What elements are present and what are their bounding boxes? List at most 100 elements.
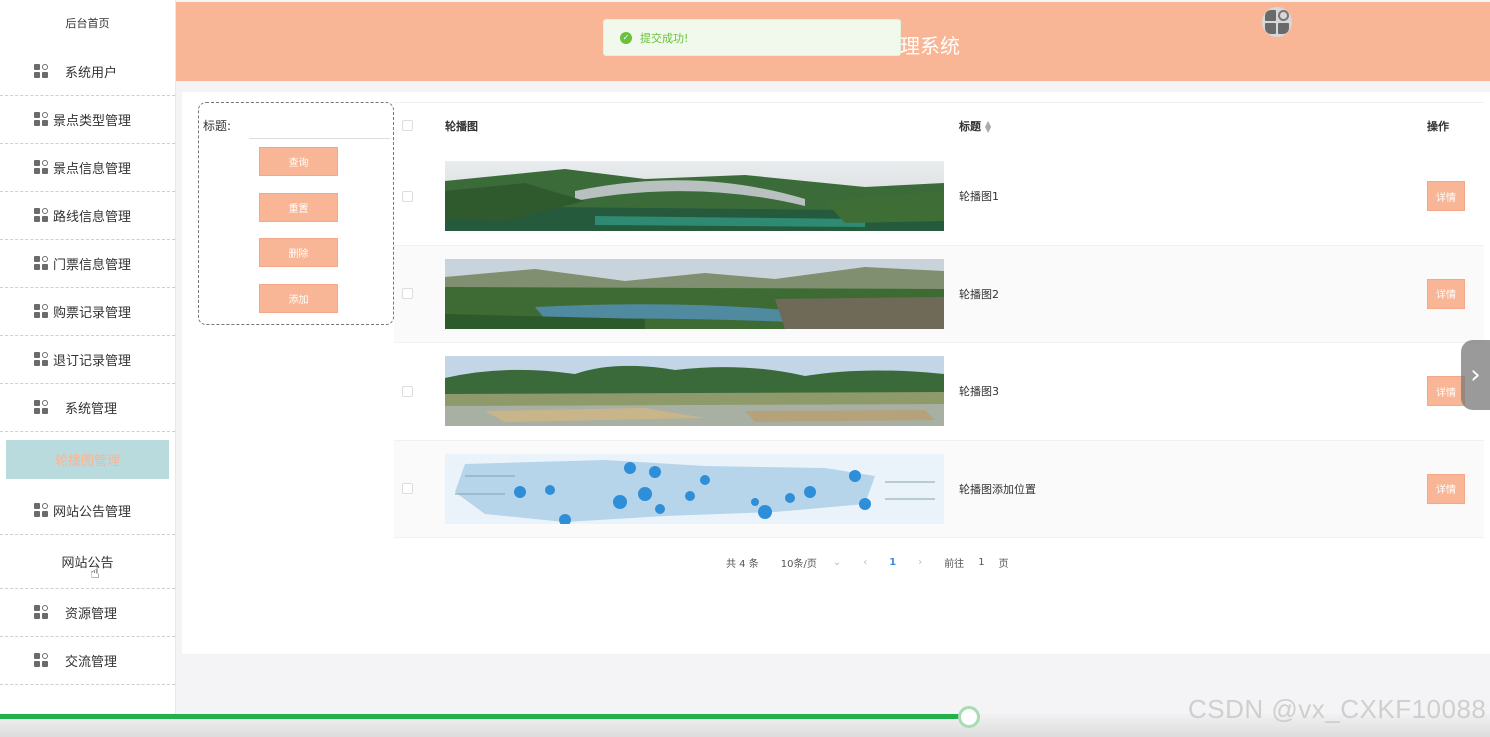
- column-header-title-label: 标题: [959, 119, 981, 133]
- row-checkbox[interactable]: [402, 190, 413, 202]
- next-page-button[interactable]: ›: [918, 557, 922, 568]
- title-filter-label: 标题:: [203, 119, 232, 133]
- grid-icon: [34, 64, 49, 79]
- grid-icon: [34, 256, 49, 271]
- sidebar-item-attraction-types[interactable]: 景点类型管理: [0, 96, 175, 144]
- page-title: 理系统: [900, 34, 960, 58]
- sidebar-item-label: 景点类型管理: [53, 114, 132, 129]
- detail-button[interactable]: 详情: [1427, 376, 1465, 407]
- row-action-cell: 详情: [1427, 278, 1465, 309]
- sidebar: 后台首页 系统用户 景点类型管理 景点信息管理 路线信息管理 门票信息管理 购票…: [0, 0, 176, 737]
- success-toast: ✓ 提交成功!: [603, 19, 901, 56]
- table-row: 轮播图2 详情: [394, 245, 1484, 343]
- page-number-current[interactable]: 1: [889, 557, 896, 568]
- row-title: 轮播图3: [959, 385, 999, 399]
- grid-icon: [34, 352, 49, 367]
- toast-message: 提交成功!: [640, 31, 689, 45]
- detail-button[interactable]: 详情: [1427, 181, 1465, 212]
- row-action-cell: 详情: [1427, 473, 1465, 504]
- delete-button[interactable]: 删除: [259, 238, 338, 267]
- grid-icon: [34, 400, 49, 415]
- title-filter-input[interactable]: [249, 112, 390, 139]
- sidebar-item-label: 系统管理: [65, 402, 118, 417]
- detail-button[interactable]: 详情: [1427, 473, 1465, 504]
- avatar[interactable]: [1262, 7, 1292, 37]
- sidebar-item-exchange-management[interactable]: 交流管理: [0, 637, 175, 685]
- sidebar-subitem-announcement[interactable]: 网站公告 ☝: [0, 535, 175, 589]
- pagination: 共 4 条 10条/页 ⌄ ‹ 1 › 前往 1 页: [726, 555, 1031, 570]
- sidebar-item-label: 退订记录管理: [53, 354, 132, 369]
- grid-icon: [34, 160, 49, 175]
- table-row: 轮播图添加位置 详情: [394, 440, 1484, 538]
- row-title: 轮播图1: [959, 190, 999, 204]
- video-progress-fill: [0, 714, 969, 719]
- column-header-action: 操作: [1427, 119, 1449, 133]
- add-button[interactable]: 添加: [259, 284, 338, 313]
- row-title: 轮播图2: [959, 287, 999, 301]
- row-title: 轮播图添加位置: [959, 482, 1036, 496]
- sidebar-item-label: 系统用户: [65, 66, 118, 81]
- carousel-image: [445, 356, 944, 427]
- sidebar-item-resource-management[interactable]: 资源管理: [0, 589, 175, 637]
- row-checkbox[interactable]: [402, 288, 413, 300]
- column-header-image: 轮播图: [445, 119, 478, 133]
- main-panel: 标题: 查询 重置 删除 添加 轮播图 标题 ▲ ▼ 操作 轮播图1 详情 轮播…: [182, 92, 1490, 654]
- grid-icon: [34, 605, 49, 620]
- carousel-table: 轮播图 标题 ▲ ▼ 操作 轮播图1 详情 轮播图2 详情 轮播图3 详情 轮播…: [394, 102, 1484, 538]
- sidebar-item-system-management[interactable]: 系统管理: [0, 384, 175, 432]
- sidebar-item-label: 景点信息管理: [53, 162, 132, 177]
- hand-cursor-icon: ☝: [90, 563, 100, 582]
- row-checkbox[interactable]: [402, 483, 413, 495]
- prev-page-button[interactable]: ‹: [863, 557, 867, 568]
- detail-button[interactable]: 详情: [1427, 278, 1465, 309]
- sidebar-item-label: 网站公告管理: [53, 505, 132, 520]
- page-size-select[interactable]: 10条/页 ⌄: [781, 555, 841, 570]
- goto-label: 前往: [944, 559, 965, 570]
- watermark: CSDN @vx_CXKF10088: [1188, 694, 1487, 724]
- grid-icon: [34, 653, 49, 668]
- pagination-total: 共 4 条: [726, 559, 759, 570]
- row-action-cell: 详情: [1427, 181, 1465, 212]
- sidebar-item-refund-records[interactable]: 退订记录管理: [0, 336, 175, 384]
- table-row: 轮播图1 详情: [394, 148, 1484, 246]
- sidebar-subitem-label: 网站公告: [61, 556, 114, 571]
- goto-page-input[interactable]: 1: [978, 557, 984, 568]
- sidebar-item-label: 门票信息管理: [53, 258, 132, 273]
- check-circle-icon: ✓: [620, 31, 632, 44]
- page-suffix: 页: [998, 559, 1009, 570]
- video-progress-knob[interactable]: [957, 706, 980, 728]
- row-action-cell: 详情: [1427, 376, 1465, 407]
- grid-icon: [34, 503, 49, 518]
- sidebar-item-label: 交流管理: [65, 655, 118, 670]
- query-button[interactable]: 查询: [259, 147, 338, 176]
- sidebar-item-label: 路线信息管理: [53, 210, 132, 225]
- sidebar-home-link[interactable]: 后台首页: [0, 0, 175, 48]
- sidebar-item-ticket-info[interactable]: 门票信息管理: [0, 240, 175, 288]
- sidebar-item-label: 购票记录管理: [53, 306, 132, 321]
- grid-icon: [34, 112, 49, 127]
- search-form: 标题: 查询 重置 删除 添加: [198, 102, 394, 325]
- page-size-value: 10条/页: [780, 559, 817, 570]
- sidebar-item-label: 资源管理: [65, 607, 118, 622]
- carousel-image: [445, 453, 944, 524]
- sidebar-item-announcement-management[interactable]: 网站公告管理: [0, 487, 175, 535]
- reset-button[interactable]: 重置: [259, 193, 338, 222]
- sort-icon[interactable]: ▲ ▼: [985, 119, 991, 133]
- sidebar-item-carousel-management[interactable]: 轮播图管理: [6, 440, 169, 479]
- select-all-checkbox[interactable]: [402, 120, 413, 131]
- grid-icon: [34, 208, 49, 223]
- top-header: 理系统 ✓ 提交成功!: [176, 2, 1490, 81]
- sidebar-item-purchase-records[interactable]: 购票记录管理: [0, 288, 175, 336]
- sidebar-item-system-users[interactable]: 系统用户: [0, 48, 175, 96]
- chevron-right-icon[interactable]: ›: [1461, 340, 1490, 410]
- sidebar-item-route-info[interactable]: 路线信息管理: [0, 192, 175, 240]
- table-row: 轮播图3 详情: [394, 343, 1484, 441]
- column-header-title[interactable]: 标题 ▲ ▼: [959, 118, 991, 134]
- carousel-image: [445, 161, 944, 232]
- table-header: 轮播图 标题 ▲ ▼ 操作: [394, 102, 1484, 148]
- row-checkbox[interactable]: [402, 385, 413, 397]
- carousel-image: [445, 258, 944, 329]
- chevron-down-icon: ⌄: [832, 557, 842, 568]
- grid-icon: [34, 304, 49, 319]
- sidebar-item-attraction-info[interactable]: 景点信息管理: [0, 144, 175, 192]
